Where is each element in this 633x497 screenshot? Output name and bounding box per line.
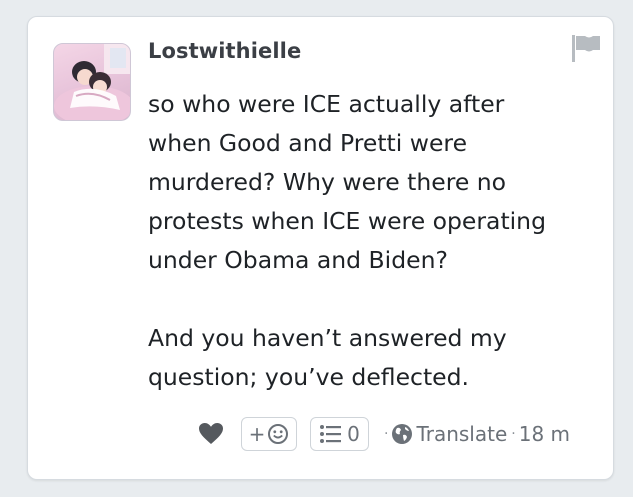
smiley-icon [268, 424, 289, 444]
body-line: so who were ICE actually after [148, 90, 505, 118]
comment-card: Lostwithielle so who were ICE actually a… [27, 16, 614, 480]
comment-count: 0 [347, 422, 360, 446]
body-line: protests when ICE were operating [148, 207, 546, 235]
translate-link[interactable]: Translate [416, 422, 507, 446]
flag-icon[interactable] [569, 32, 603, 64]
body-line: under Obama and Biden? [148, 246, 448, 274]
body-line: question; you’ve deflected. [148, 363, 470, 391]
body-line: And you haven’t answered my [148, 324, 507, 352]
comments-button[interactable]: 0 [310, 417, 369, 451]
body-line: murdered? Why were there no [148, 168, 507, 196]
comment-body: so who were ICE actually after when Good… [148, 85, 600, 397]
username[interactable]: Lostwithielle [148, 39, 301, 63]
add-reaction-button[interactable]: + [241, 417, 297, 451]
globe-icon[interactable] [391, 423, 413, 445]
body-line: when Good and Pretti were [148, 129, 468, 157]
heart-icon[interactable] [198, 422, 224, 446]
separator: · [511, 426, 516, 442]
avatar[interactable] [53, 43, 131, 121]
plus-label: + [248, 422, 266, 446]
separator: · [384, 426, 389, 442]
comment-actions: + 0 · Translate · 18 m [198, 416, 570, 452]
list-icon [320, 425, 342, 443]
timestamp: 18 m [518, 422, 571, 446]
